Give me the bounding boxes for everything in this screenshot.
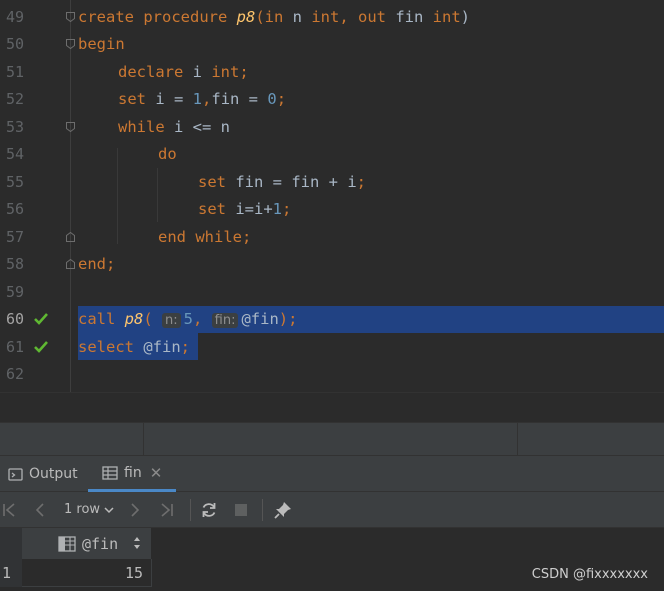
row-number-header [0, 528, 22, 559]
code-line[interactable]: 49 create procedure p8(in n int, out fin… [0, 4, 664, 31]
tab-output[interactable]: Output [8, 456, 78, 492]
stop-icon[interactable] [234, 501, 248, 519]
line-number: 58 [5, 255, 24, 273]
row-count-selector[interactable]: 1 row [64, 502, 100, 517]
column-icon [58, 535, 76, 552]
code-text: end; [78, 255, 116, 273]
line-number: 50 [5, 35, 24, 53]
param-hint: fin: [211, 313, 239, 328]
code-line[interactable]: 51 declare i int; [0, 59, 664, 86]
pin-icon[interactable] [274, 501, 292, 519]
last-page-icon[interactable] [160, 501, 174, 519]
next-page-icon[interactable] [129, 501, 141, 519]
fold-icon[interactable] [66, 232, 75, 242]
code-text: call p8( n: 5, fin: @fin); [78, 310, 298, 328]
code-text: set i = 1,fin = 0; [118, 90, 287, 108]
code-text: while i <= n [118, 118, 230, 136]
check-icon [34, 313, 48, 325]
code-line[interactable]: 57 end while; [0, 224, 664, 251]
code-text: begin [78, 35, 125, 53]
line-number: 52 [5, 90, 24, 108]
check-icon [34, 341, 48, 353]
table-icon [102, 465, 118, 480]
chevron-down-icon[interactable] [103, 501, 115, 519]
row-number: 1 [0, 559, 22, 587]
code-line[interactable]: 53 while i <= n [0, 114, 664, 141]
sort-icon[interactable] [133, 536, 141, 550]
code-line[interactable]: 59 [0, 279, 664, 306]
tab-label: fin [124, 464, 142, 481]
code-text: set i=i+1; [198, 200, 292, 218]
bar-divider [517, 423, 518, 457]
code-line[interactable]: 62 [0, 361, 664, 388]
column-name: @fin [82, 534, 119, 553]
panel-header [0, 422, 664, 457]
splitter[interactable] [0, 392, 664, 422]
line-number: 51 [5, 63, 24, 81]
line-number: 56 [5, 200, 24, 218]
fold-icon[interactable] [66, 122, 75, 132]
result-grid[interactable]: @fin 1 15 CSDN @fixxxxxxx [0, 528, 664, 591]
code-line[interactable]: 56 set i=i+1; [0, 196, 664, 223]
code-line[interactable]: 54 do [0, 141, 664, 168]
line-number: 60 [5, 310, 24, 328]
code-text: select @fin; [78, 338, 191, 356]
param-hint: n: [162, 313, 181, 328]
code-text: end while; [158, 228, 252, 246]
code-line[interactable]: 61 select @fin; [0, 334, 664, 361]
tab-fin[interactable]: fin ✕ [88, 456, 177, 492]
first-page-icon[interactable] [2, 501, 16, 519]
code-text: set fin = fin + i; [198, 173, 366, 191]
line-number: 55 [5, 173, 24, 191]
services-tabs: Output fin ✕ [0, 456, 664, 492]
close-icon[interactable]: ✕ [150, 464, 163, 482]
code-line[interactable]: 52 set i = 1,fin = 0; [0, 86, 664, 113]
line-number: 59 [5, 283, 24, 301]
line-number: 57 [5, 228, 24, 246]
watermark: CSDN @fixxxxxxx [531, 567, 648, 582]
bar-divider [143, 423, 144, 457]
code-text: do [158, 145, 177, 163]
previous-page-icon[interactable] [34, 501, 46, 519]
code-line[interactable]: 58 end; [0, 251, 664, 278]
line-number: 49 [5, 8, 24, 26]
line-number: 62 [5, 365, 24, 383]
code-text: create procedure p8(in n int, out fin in… [78, 8, 471, 26]
code-editor[interactable]: 49 create procedure p8(in n int, out fin… [0, 0, 664, 392]
toolbar-divider [262, 499, 263, 521]
table-cell[interactable]: 15 [22, 559, 152, 587]
code-line[interactable]: 60 call p8( n: 5, fin: @fin); [0, 306, 664, 333]
column-header[interactable]: @fin [22, 528, 152, 559]
line-number: 54 [5, 145, 24, 163]
fold-icon[interactable] [66, 39, 75, 49]
line-number: 53 [5, 118, 24, 136]
code-line[interactable]: 50 begin [0, 31, 664, 58]
tab-label: Output [29, 466, 78, 482]
code-text: declare i int; [118, 63, 249, 81]
toolbar-divider [190, 499, 191, 521]
refresh-icon[interactable] [200, 501, 218, 519]
line-number: 61 [5, 338, 24, 356]
result-toolbar: 1 row [0, 492, 664, 528]
code-line[interactable]: 55 set fin = fin + i; [0, 169, 664, 196]
fold-icon[interactable] [66, 259, 75, 269]
fold-icon[interactable] [66, 12, 75, 22]
console-icon [8, 467, 23, 481]
